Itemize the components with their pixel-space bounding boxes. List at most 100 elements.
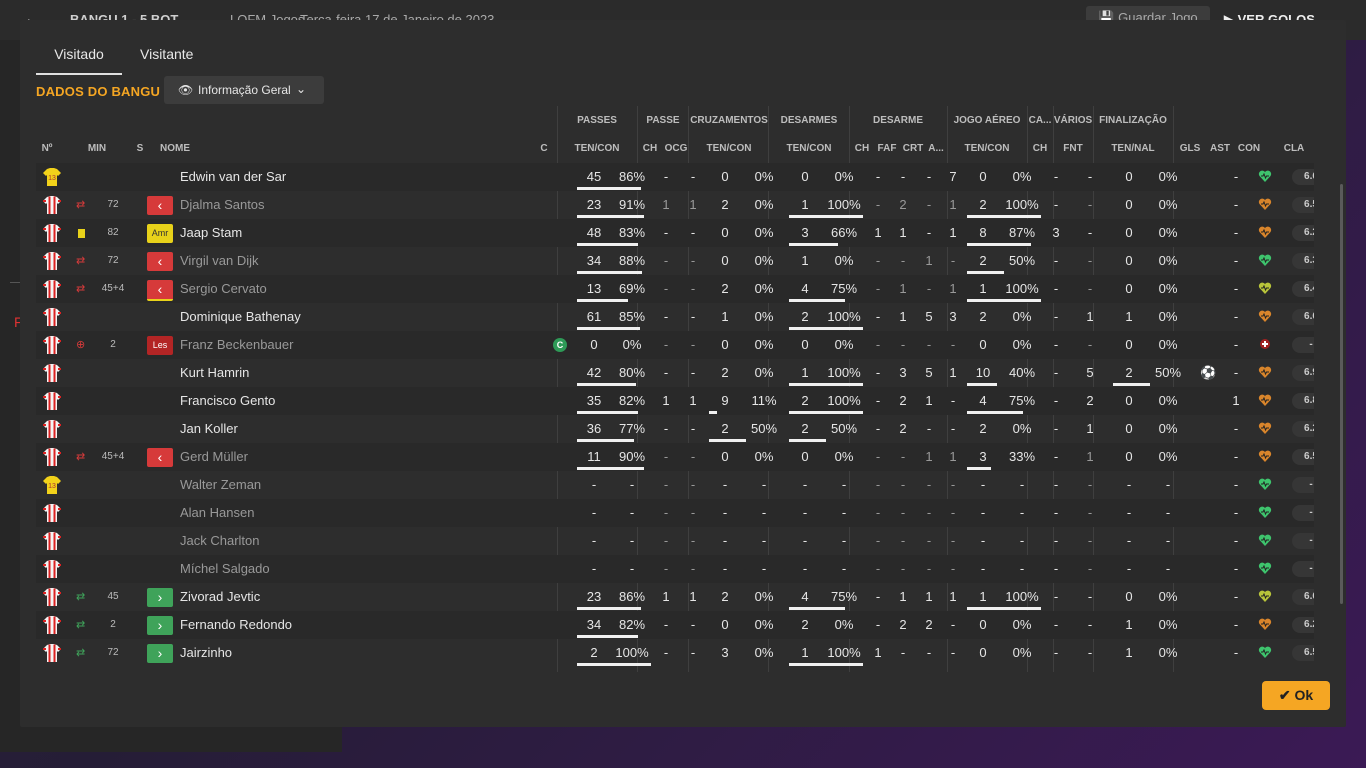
substituted-on-badge[interactable]: › <box>147 616 173 635</box>
fouls: - <box>1087 533 1093 548</box>
col-header-gls[interactable]: GLS <box>1176 143 1204 154</box>
substituted-off-badge[interactable]: ‹ <box>147 448 173 467</box>
shots-on-target-pct: 0% <box>1158 645 1178 660</box>
table-row[interactable]: 13 Edwin van der Sar 45 86% - -0 0% 0 0% - - -7 0 0% -… <box>36 163 1314 191</box>
key-passes: - <box>663 421 669 436</box>
player-name[interactable]: Zivorad Jevtic <box>180 583 540 611</box>
ok-button[interactable]: ✔ Ok <box>1262 681 1330 710</box>
shots-on-target-pct: 0% <box>1158 225 1178 240</box>
col-header-num[interactable]: Nº <box>40 143 54 154</box>
substituted-on-badge[interactable]: › <box>147 588 173 607</box>
player-name[interactable]: Kurt Hamrin <box>180 359 540 387</box>
table-row[interactable]: Dominique Bathenay 61 85% - -1 0% 2 100% -1 5 3 2 0%… <box>36 303 1314 331</box>
player-name[interactable]: Jairzinho <box>180 639 540 667</box>
col-header-cruzamentos[interactable]: TEN/CON <box>689 143 769 154</box>
tab-visitante[interactable]: Visitante <box>140 46 210 76</box>
col-header-min[interactable]: MIN <box>84 143 110 154</box>
shots: 0 <box>1125 421 1133 436</box>
player-name[interactable]: Jaap Stam <box>180 219 540 247</box>
dropdown-label: Informação Geral <box>198 83 291 97</box>
injury-badge[interactable]: Les <box>147 336 173 355</box>
table-row[interactable]: Alan Hansen - - - - - - - - - - - - - - - - - - - - <box>36 499 1314 527</box>
striped-shirt-icon <box>43 308 61 326</box>
yellow-card-badge[interactable]: Amr <box>147 224 173 243</box>
table-row[interactable]: ⇄ 72 ‹ Virgil van Dijk 34 88% - -0 0% 1 0% - -1-2 50%… <box>36 247 1314 275</box>
substituted-off-badge[interactable]: ‹ <box>147 196 173 215</box>
col-header-passe-ocg[interactable]: OCG <box>663 143 689 154</box>
headers-won-pct: 0% <box>1012 645 1032 660</box>
col-header-fnt[interactable]: FNT <box>1057 143 1089 154</box>
col-header-con[interactable]: CON <box>1236 143 1262 154</box>
headers-won-pct: - <box>1019 477 1025 492</box>
minute-label <box>98 303 128 331</box>
col-header-desarme-a[interactable]: A... <box>925 143 947 154</box>
col-header-desarme-crt[interactable]: CRT <box>901 143 925 154</box>
fouls: - <box>1087 169 1093 184</box>
player-name[interactable]: Edwin van der Sar <box>180 163 540 191</box>
col-header-ast[interactable]: AST <box>1208 143 1232 154</box>
table-row[interactable]: ⇄ 45 › Zivorad Jevtic 23 86% 1 1 2 0% 4 75% -1 1 1 1 100… <box>36 583 1314 611</box>
col-header-desarme-ch[interactable]: CH <box>851 143 873 154</box>
table-row[interactable]: ⇄ 72 ‹ Djalma Santos 23 91% 1 1 2 0% 1 100% -2-1 2 100… <box>36 191 1314 219</box>
player-name[interactable]: Fernando Redondo <box>180 611 540 639</box>
condition-heart-icon <box>1258 450 1272 462</box>
col-header-passes[interactable]: TEN/CON <box>557 143 637 154</box>
tackles-completion-bar <box>789 215 863 218</box>
col-header-s[interactable]: S <box>133 143 147 154</box>
col-header-c[interactable]: C <box>538 143 550 154</box>
ca-ch: - <box>1053 477 1059 492</box>
player-name[interactable]: Gerd Müller <box>180 443 540 471</box>
player-name[interactable]: Francisco Gento <box>180 387 540 415</box>
view-dropdown[interactable]: 👁 Informação Geral ⌄ <box>164 76 324 104</box>
blocks: - <box>926 533 932 548</box>
col-header-desarmes[interactable]: TEN/CON <box>769 143 849 154</box>
blocks: 1 <box>925 589 933 604</box>
player-name[interactable]: Virgil van Dijk <box>180 247 540 275</box>
interceptions: 2 <box>899 197 907 212</box>
substituted-on-badge[interactable]: › <box>147 644 173 663</box>
player-name[interactable]: Jan Koller <box>180 415 540 443</box>
col-header-ca-ch[interactable]: CH <box>1029 143 1051 154</box>
table-row[interactable]: Francisco Gento 35 82% 1 1 9 11% 2 100% -2 1-4 75% -… <box>36 387 1314 415</box>
col-header-name[interactable]: NOME <box>160 143 190 154</box>
table-row[interactable]: ⊕ 2 Les Franz Beckenbauer C 0 0% - - 0 0% 0 0% - - - - 0 0… <box>36 331 1314 359</box>
player-name[interactable]: Djalma Santos <box>180 191 540 219</box>
player-name[interactable]: Alan Hansen <box>180 499 540 527</box>
player-name[interactable]: Franz Beckenbauer <box>180 331 540 359</box>
substituted-off-badge[interactable]: ‹ <box>147 252 173 271</box>
table-row[interactable]: Jack Charlton - - - - - - - - - - - - - - - - - - - - <box>36 527 1314 555</box>
clearances: 1 <box>949 281 957 296</box>
player-name[interactable]: Míchel Salgado <box>180 555 540 583</box>
player-name[interactable]: Walter Zeman <box>180 471 540 499</box>
condition-heart-icon <box>1258 198 1272 210</box>
substituted-off-badge[interactable]: ‹ <box>147 280 173 301</box>
col-header-passe-ch[interactable]: CH <box>640 143 660 154</box>
shots-on-target-pct: 0% <box>1158 449 1178 464</box>
table-row[interactable]: Míchel Salgado - - - - - - - - - - - - - - - - - - - - <box>36 555 1314 583</box>
player-name[interactable]: Jack Charlton <box>180 527 540 555</box>
headers-won-pct: 50% <box>1008 253 1036 268</box>
col-header-jogo-aereo[interactable]: TEN/CON <box>947 143 1027 154</box>
player-name[interactable]: Sergio Cervato <box>180 275 540 303</box>
clearances: - <box>950 393 956 408</box>
col-header-desarme-faf[interactable]: FAF <box>875 143 899 154</box>
key-tackles: - <box>875 281 881 296</box>
table-row[interactable]: ⇄ 45+4 ‹ Sergio Cervato 13 69% - -2 0% 4 75% -1-1 1 1… <box>36 275 1314 303</box>
col-header-finalizacao[interactable]: TEN/NAL <box>1093 143 1173 154</box>
table-row[interactable]: 82 Amr Jaap Stam 48 83% - -0 0% 3 66% 1 1-1 8 87% 3-0 0… <box>36 219 1314 247</box>
crosses-attempted: - <box>722 505 728 520</box>
scrollbar[interactable] <box>1340 184 1343 604</box>
key-tackles: - <box>875 421 881 436</box>
striped-shirt-icon <box>43 280 61 298</box>
player-name[interactable]: Dominique Bathenay <box>180 303 540 331</box>
table-row[interactable]: Jan Koller 36 77% - -2 50% 2 50% -2- -2 0% -1 0 0% -6.… <box>36 415 1314 443</box>
table-row[interactable]: ⇄ 45+4 ‹ Gerd Müller 11 90% - -0 0% 0 0% - -1 1 3 33% -1… <box>36 443 1314 471</box>
ca-ch: - <box>1053 365 1059 380</box>
table-row[interactable]: 13 Walter Zeman - - - - - - - - - - - - - - - - - - - - <box>36 471 1314 499</box>
tab-visitado[interactable]: Visitado <box>36 46 122 76</box>
col-header-cla[interactable]: CLA <box>1274 143 1314 154</box>
table-row[interactable]: Kurt Hamrin 42 80% - -2 0% 1 100% -3 5 1 10 40% -5 2 50… <box>36 359 1314 387</box>
table-row[interactable]: ⇄ 2 › Fernando Redondo 34 82% - -0 0% 2 0% -2 2-0 0% -… <box>36 611 1314 639</box>
table-row[interactable]: ⇄ 72 › Jairzinho 2 100% - -3 0% 1 100% 1- - -0 0% - -1 0%… <box>36 639 1314 667</box>
interceptions: - <box>900 645 906 660</box>
